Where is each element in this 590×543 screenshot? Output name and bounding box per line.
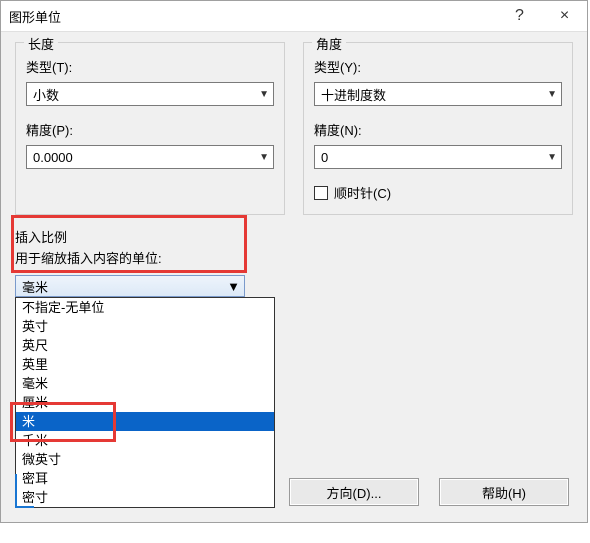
- clockwise-checkbox[interactable]: [314, 186, 328, 200]
- chevron-down-icon: ▼: [227, 279, 240, 294]
- dropdown-option[interactable]: 微英寸: [16, 450, 274, 469]
- dialog-drawing-units: 图形单位 ? × 长度 类型(T): 小数 ▼ 精度(P): 0.0000 ▼: [0, 0, 588, 523]
- sample-frame-corner: [15, 474, 34, 508]
- clockwise-label: 顺时针(C): [334, 183, 391, 202]
- group-insert-scale: 插入比例 用于缩放插入内容的单位: 毫米 ▼ 不指定-无单位英寸英尺英里毫米厘米…: [15, 227, 573, 508]
- dropdown-option[interactable]: 英尺: [16, 336, 274, 355]
- angle-legend: 角度: [312, 34, 346, 53]
- insert-legend: 插入比例: [15, 227, 573, 246]
- length-precision-value: 0.0000: [33, 150, 73, 165]
- length-precision-label: 精度(P):: [26, 120, 274, 139]
- chevron-down-icon: ▼: [259, 152, 269, 163]
- length-type-value: 小数: [33, 85, 59, 104]
- angle-type-label: 类型(Y):: [314, 57, 562, 76]
- chevron-down-icon: ▼: [259, 89, 269, 100]
- dropdown-option[interactable]: 英寸: [16, 317, 274, 336]
- dropdown-option[interactable]: 英里: [16, 355, 274, 374]
- direction-button[interactable]: 方向(D)...: [289, 478, 419, 506]
- dropdown-option[interactable]: 不指定-无单位: [16, 298, 274, 317]
- length-legend: 长度: [24, 34, 58, 53]
- angle-type-value: 十进制度数: [321, 85, 386, 104]
- chevron-down-icon: ▼: [547, 89, 557, 100]
- angle-type-select[interactable]: 十进制度数 ▼: [314, 82, 562, 106]
- insert-unit-select[interactable]: 毫米 ▼: [15, 275, 245, 297]
- dropdown-option[interactable]: 千米: [16, 431, 274, 450]
- dropdown-option[interactable]: 毫米: [16, 374, 274, 393]
- dropdown-option[interactable]: 米: [16, 412, 274, 431]
- help-button[interactable]: 帮助(H): [439, 478, 569, 506]
- angle-precision-select[interactable]: 0 ▼: [314, 145, 562, 169]
- button-row: 方向(D)... 帮助(H): [289, 478, 569, 506]
- insert-unit-value: 毫米: [22, 277, 48, 296]
- angle-precision-label: 精度(N):: [314, 120, 562, 139]
- chevron-down-icon: ▼: [547, 152, 557, 163]
- dropdown-option[interactable]: 密耳: [16, 469, 274, 488]
- length-type-label: 类型(T):: [26, 57, 274, 76]
- group-length: 长度 类型(T): 小数 ▼ 精度(P): 0.0000 ▼: [15, 42, 285, 215]
- dialog-title: 图形单位: [1, 7, 497, 26]
- dropdown-option[interactable]: 厘米: [16, 393, 274, 412]
- group-angle: 角度 类型(Y): 十进制度数 ▼ 精度(N): 0 ▼ 顺时针(C): [303, 42, 573, 215]
- clockwise-row: 顺时针(C): [314, 183, 562, 202]
- titlebar: 图形单位 ? ×: [1, 1, 587, 32]
- dropdown-option[interactable]: 密寸: [16, 488, 274, 507]
- close-icon[interactable]: ×: [542, 1, 587, 31]
- dialog-body: 长度 类型(T): 小数 ▼ 精度(P): 0.0000 ▼ 角度 类型(Y):…: [1, 32, 587, 522]
- angle-precision-value: 0: [321, 150, 328, 165]
- insert-sublabel: 用于缩放插入内容的单位:: [15, 248, 573, 267]
- insert-unit-dropdown[interactable]: 不指定-无单位英寸英尺英里毫米厘米米千米微英寸密耳密寸: [15, 297, 275, 508]
- help-icon[interactable]: ?: [497, 1, 542, 31]
- length-precision-select[interactable]: 0.0000 ▼: [26, 145, 274, 169]
- length-type-select[interactable]: 小数 ▼: [26, 82, 274, 106]
